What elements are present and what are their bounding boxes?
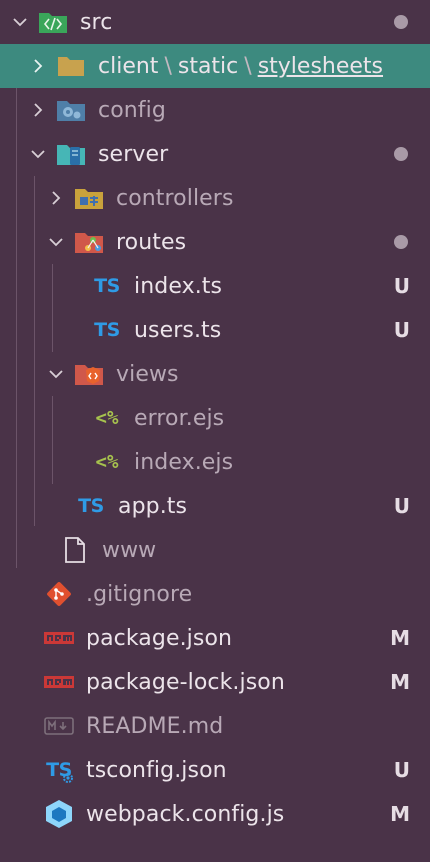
chevron-right-icon bbox=[28, 56, 48, 76]
markdown-icon bbox=[44, 711, 74, 741]
folder-routes-icon bbox=[74, 227, 104, 257]
chevron-down-icon bbox=[10, 12, 30, 32]
tree-item-label: views bbox=[116, 361, 179, 387]
git-status-modified: M bbox=[390, 670, 410, 694]
file-icon bbox=[60, 535, 90, 565]
path-separator: \ bbox=[164, 53, 172, 79]
tree-item-label: webpack.config.js bbox=[86, 801, 285, 827]
tree-item-server[interactable]: server bbox=[0, 132, 430, 176]
tree-item-label: www bbox=[102, 537, 157, 563]
git-status-modified: M bbox=[390, 802, 410, 826]
tree-item-gitignore[interactable]: .gitignore bbox=[0, 572, 430, 616]
folder-server-icon bbox=[56, 139, 86, 169]
folder-icon bbox=[56, 51, 86, 81]
tree-item-controllers[interactable]: controllers bbox=[0, 176, 430, 220]
folder-config-icon bbox=[56, 95, 86, 125]
tree-item-label: config bbox=[98, 97, 166, 123]
folder-views-icon bbox=[74, 359, 104, 389]
tree-item-label: routes bbox=[116, 229, 187, 255]
tree-item-label: README.md bbox=[86, 713, 224, 739]
chevron-right-icon bbox=[28, 100, 48, 120]
ejs-file-icon: <% bbox=[95, 407, 119, 429]
chevron-down-icon bbox=[46, 232, 66, 252]
git-status-untracked: U bbox=[393, 758, 410, 782]
tree-item-index-ts[interactable]: TS index.ts U bbox=[0, 264, 430, 308]
path-segment-stylesheets[interactable]: stylesheets bbox=[258, 54, 383, 79]
npm-icon bbox=[44, 623, 74, 653]
git-status-untracked: U bbox=[393, 274, 410, 298]
folder-src-icon bbox=[38, 7, 68, 37]
tree-item-client-static-stylesheets[interactable]: client \ static \ stylesheets bbox=[0, 44, 430, 88]
tree-item-www[interactable]: www bbox=[0, 528, 430, 572]
tree-item-label: .gitignore bbox=[86, 581, 193, 607]
git-status-modified: M bbox=[390, 626, 410, 650]
typescript-file-icon: TS bbox=[94, 319, 120, 341]
folder-controllers-icon bbox=[74, 183, 104, 213]
tree-item-label: index.ts bbox=[134, 273, 223, 299]
tree-item-error-ejs[interactable]: <% error.ejs bbox=[0, 396, 430, 440]
git-icon bbox=[44, 579, 74, 609]
tree-item-index-ejs[interactable]: <% index.ejs bbox=[0, 440, 430, 484]
tree-item-tsconfig[interactable]: TS tsconfig.json U bbox=[0, 748, 430, 792]
modified-dot-indicator bbox=[394, 15, 408, 29]
tree-item-label: server bbox=[98, 141, 169, 167]
git-status-untracked: U bbox=[393, 318, 410, 342]
tree-item-webpack-config[interactable]: webpack.config.js M bbox=[0, 792, 430, 836]
tree-item-label: app.ts bbox=[118, 493, 188, 519]
tree-item-label: tsconfig.json bbox=[86, 757, 227, 783]
chevron-right-icon bbox=[46, 188, 66, 208]
tree-item-users-ts[interactable]: TS users.ts U bbox=[0, 308, 430, 352]
tree-item-label: src bbox=[80, 9, 113, 35]
path-separator: \ bbox=[244, 53, 252, 79]
tree-item-label: error.ejs bbox=[134, 405, 225, 431]
tree-item-src[interactable]: src bbox=[0, 0, 430, 44]
chevron-down-icon bbox=[28, 144, 48, 164]
tree-item-label: index.ejs bbox=[134, 449, 234, 475]
tree-item-label: package.json bbox=[86, 625, 233, 651]
git-status-untracked: U bbox=[393, 494, 410, 518]
typescript-file-icon: TS bbox=[94, 275, 120, 297]
path-segment-client[interactable]: client bbox=[98, 54, 158, 79]
tree-item-label: controllers bbox=[116, 185, 234, 211]
modified-dot-indicator bbox=[394, 235, 408, 249]
webpack-icon bbox=[44, 799, 74, 829]
file-explorer-tree: src client \ static \ stylesheets config bbox=[0, 0, 430, 836]
modified-dot-indicator bbox=[394, 147, 408, 161]
tree-item-label: users.ts bbox=[134, 317, 222, 343]
chevron-down-icon bbox=[46, 364, 66, 384]
typescript-file-icon: TS bbox=[78, 495, 104, 517]
tree-item-routes[interactable]: routes bbox=[0, 220, 430, 264]
tree-item-config[interactable]: config bbox=[0, 88, 430, 132]
tree-item-package-lock-json[interactable]: package-lock.json M bbox=[0, 660, 430, 704]
ejs-file-icon: <% bbox=[95, 451, 119, 473]
tree-item-app-ts[interactable]: TS app.ts U bbox=[0, 484, 430, 528]
tree-item-package-json[interactable]: package.json M bbox=[0, 616, 430, 660]
tree-item-label: package-lock.json bbox=[86, 669, 285, 695]
tree-item-readme[interactable]: README.md bbox=[0, 704, 430, 748]
tsconfig-icon: TS bbox=[44, 755, 74, 785]
tree-item-views[interactable]: views bbox=[0, 352, 430, 396]
path-segment-static[interactable]: static bbox=[178, 54, 238, 79]
npm-icon bbox=[44, 667, 74, 697]
